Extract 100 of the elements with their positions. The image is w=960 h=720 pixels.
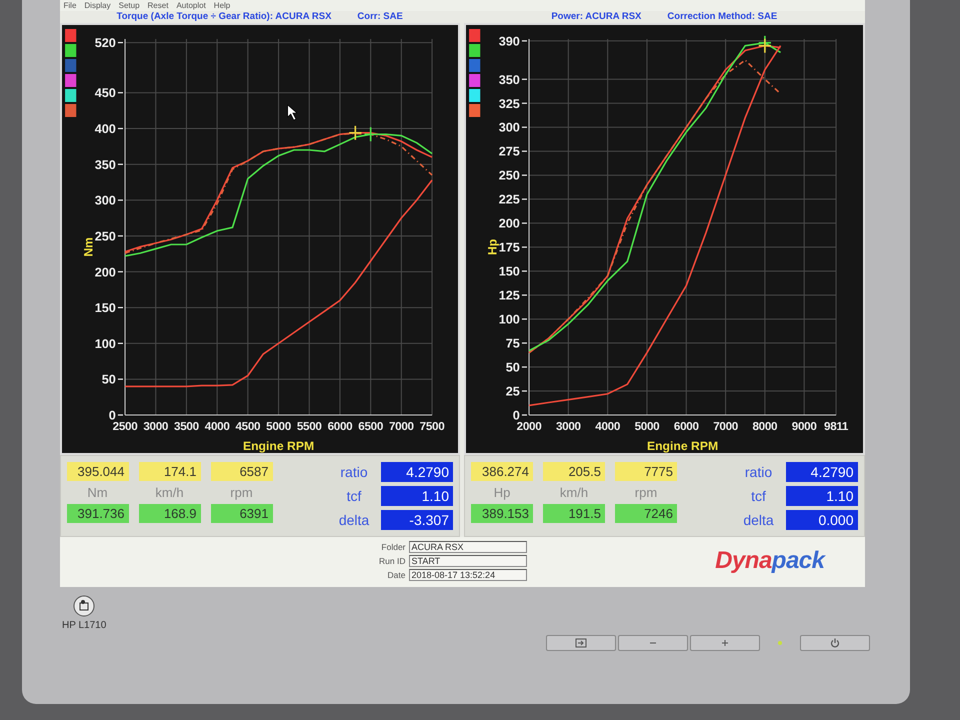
power-led-icon bbox=[778, 641, 782, 645]
tick-label: 50 bbox=[506, 360, 520, 375]
value-display: 7775 bbox=[615, 462, 677, 481]
value-display: 174.1 bbox=[138, 462, 200, 481]
plus-icon bbox=[720, 638, 730, 648]
tick-label: 4000 bbox=[204, 421, 230, 433]
tick-label: 200 bbox=[94, 265, 116, 280]
tick-label: 150 bbox=[94, 301, 116, 316]
tick-label: 100 bbox=[498, 312, 520, 327]
tick-label: 2500 bbox=[112, 421, 137, 433]
field-label: Folder bbox=[380, 542, 406, 552]
tick-label: 3000 bbox=[556, 421, 581, 433]
tick-label: 75 bbox=[506, 336, 520, 351]
menu-item[interactable]: Autoplot bbox=[176, 1, 206, 10]
menu-item[interactable]: Help bbox=[214, 1, 230, 10]
tick-label: 6500 bbox=[358, 421, 383, 433]
tick-label: 9811 bbox=[824, 421, 848, 433]
value-display: 386.274 bbox=[471, 462, 533, 481]
chart-header: Corr: SAE bbox=[357, 11, 403, 23]
input-icon bbox=[575, 638, 587, 648]
field-label: Run ID bbox=[378, 556, 406, 566]
unit-label: Nm bbox=[86, 484, 109, 502]
unit-label: km/h bbox=[154, 484, 185, 502]
cursor-marker-icon bbox=[758, 38, 772, 54]
value-display: 391.736 bbox=[66, 504, 128, 523]
axis-title: Nm bbox=[80, 237, 96, 257]
tick-label: 125 bbox=[498, 288, 520, 303]
tick-label: 4000 bbox=[595, 421, 620, 433]
stat-value: 1.10 bbox=[381, 486, 453, 506]
unit-label: rpm bbox=[634, 484, 658, 502]
stat-label: delta bbox=[338, 512, 370, 528]
tick-label: 175 bbox=[498, 240, 520, 255]
tick-label: 7000 bbox=[713, 421, 738, 433]
tick-label: 150 bbox=[498, 264, 520, 279]
tick-label: 200 bbox=[498, 216, 520, 231]
tick-label: 8000 bbox=[752, 421, 778, 433]
unit-label: Hp bbox=[492, 484, 512, 502]
tick-label: 400 bbox=[94, 122, 116, 136]
tick-label: 350 bbox=[498, 72, 520, 87]
menu-item[interactable]: Setup bbox=[118, 1, 140, 10]
value-display: 205.5 bbox=[543, 462, 605, 481]
dynapack-logo: Dynapack bbox=[715, 547, 824, 575]
tick-label: 300 bbox=[94, 194, 116, 208]
tick-label: 4500 bbox=[234, 421, 260, 433]
stat-label: ratio bbox=[744, 464, 774, 480]
tick-label: 450 bbox=[94, 86, 116, 100]
stat-label: tcf bbox=[346, 488, 362, 504]
stat-value: -3.307 bbox=[381, 510, 453, 530]
value-display: 191.5 bbox=[543, 504, 605, 523]
axis-title: Hp bbox=[485, 239, 500, 255]
tick-label: 325 bbox=[498, 96, 520, 111]
tick-label: 5000 bbox=[266, 421, 290, 433]
input-button[interactable] bbox=[546, 635, 616, 651]
tick-label: 6000 bbox=[674, 421, 699, 433]
tick-label: 7000 bbox=[388, 421, 414, 433]
value-display: 168.9 bbox=[138, 504, 200, 523]
tick-label: 250 bbox=[498, 168, 520, 183]
tick-label: 6000 bbox=[327, 421, 352, 433]
tick-label: 9000 bbox=[792, 421, 817, 433]
tick-label: 3500 bbox=[174, 421, 198, 433]
tick-label: 300 bbox=[498, 120, 520, 135]
value-field: START bbox=[408, 555, 526, 567]
value-display: 6391 bbox=[210, 504, 272, 523]
unit-label: km/h bbox=[558, 484, 590, 502]
tick-label: 100 bbox=[94, 336, 116, 351]
tick-label: 0 bbox=[108, 408, 116, 422]
cursor-marker-icon bbox=[348, 125, 362, 141]
tick-label: 225 bbox=[498, 192, 520, 207]
stat-label: tcf bbox=[750, 488, 767, 504]
value-display: 389.153 bbox=[471, 504, 533, 523]
menu-item[interactable]: File bbox=[64, 1, 76, 10]
power-button[interactable] bbox=[800, 635, 870, 651]
tick-label: 350 bbox=[94, 158, 116, 172]
stat-label: delta bbox=[742, 512, 775, 528]
tick-label: 7500 bbox=[419, 421, 444, 433]
stat-value: 4.2790 bbox=[786, 462, 858, 482]
value-field: 2018-08-17 13:52:24 bbox=[408, 569, 526, 581]
tick-label: 520 bbox=[94, 36, 116, 50]
cursor-marker-icon bbox=[363, 126, 378, 142]
tick-label: 5500 bbox=[296, 421, 322, 433]
power-icon bbox=[829, 637, 841, 649]
tick-label: 50 bbox=[101, 372, 116, 387]
tick-label: 390 bbox=[498, 34, 520, 48]
energy-badge-icon bbox=[73, 595, 96, 617]
value-field: ACURA RSX bbox=[408, 541, 526, 553]
field-label: Date bbox=[386, 570, 406, 580]
menu-item[interactable]: Reset bbox=[148, 1, 168, 10]
minus-button[interactable] bbox=[618, 635, 688, 651]
tick-label: 5000 bbox=[634, 421, 660, 433]
value-display: 395.044 bbox=[66, 462, 128, 481]
tick-label: 25 bbox=[506, 384, 520, 398]
tick-label: 0 bbox=[512, 408, 520, 422]
tick-label: 2000 bbox=[516, 421, 542, 433]
tick-label: 275 bbox=[498, 144, 520, 159]
tick-label: 3000 bbox=[142, 421, 168, 433]
plus-button[interactable] bbox=[690, 635, 760, 651]
model-label: HP L1710 bbox=[62, 620, 106, 631]
stat-label: ratio bbox=[339, 464, 369, 480]
value-display: 7246 bbox=[615, 504, 677, 523]
menu-item[interactable]: Display bbox=[84, 1, 111, 10]
